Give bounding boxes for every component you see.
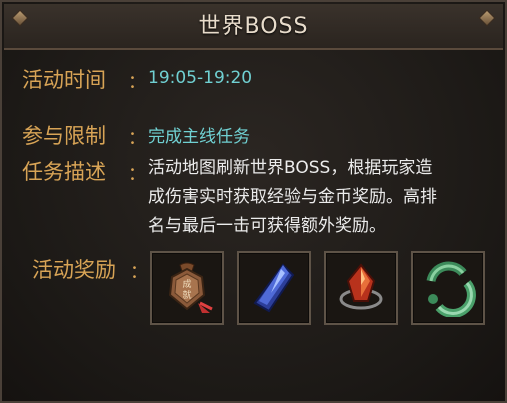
desc-line: 名与最后一击可获得额外奖励。 xyxy=(148,216,386,236)
desc-line: 活动地图刷新世界BOSS，根据玩家造 xyxy=(148,158,433,178)
limit-colon: ： xyxy=(128,128,146,149)
time-label: 活动时间 xyxy=(22,68,106,92)
jade-ring-icon xyxy=(426,261,476,317)
reward-colon: ： xyxy=(130,262,148,283)
reward-slot-4[interactable] xyxy=(411,251,485,325)
panel-title: 世界BOSS xyxy=(198,14,309,39)
limit-value: 完成主线任务 xyxy=(148,127,250,147)
corner-ornament-right xyxy=(478,9,496,27)
time-colon: ： xyxy=(128,72,146,93)
title-bar: 世界BOSS xyxy=(4,4,503,50)
desc-label: 任务描述 xyxy=(22,160,106,184)
reward-slot-2[interactable] xyxy=(237,251,311,325)
time-value: 19:05-19:20 xyxy=(148,68,253,88)
limit-label: 参与限制 xyxy=(22,124,106,148)
reward-label: 活动奖励 xyxy=(32,258,116,282)
event-info-panel: 世界BOSS 活动时间 ： 19:05-19:20 参与限制 ： 完成主线任务 … xyxy=(0,0,507,403)
corner-ornament-left xyxy=(11,9,29,27)
red-gem-icon xyxy=(339,263,383,310)
desc-line: 成伤害实时获取经验与金币奖励。高排 xyxy=(148,187,437,207)
blue-crystal-icon xyxy=(253,263,295,313)
token-text-top: 成 xyxy=(182,278,191,290)
desc-colon: ： xyxy=(128,164,146,185)
achievement-token-icon: 成 就 xyxy=(168,262,213,313)
desc-text: 活动地图刷新世界BOSS，根据玩家造 成伤害实时获取经验与金币奖励。高排 名与最… xyxy=(148,154,493,241)
reward-slot-3[interactable] xyxy=(324,251,398,325)
token-text-bottom: 就 xyxy=(182,289,191,301)
reward-slot-1[interactable]: 成 就 xyxy=(150,251,224,325)
